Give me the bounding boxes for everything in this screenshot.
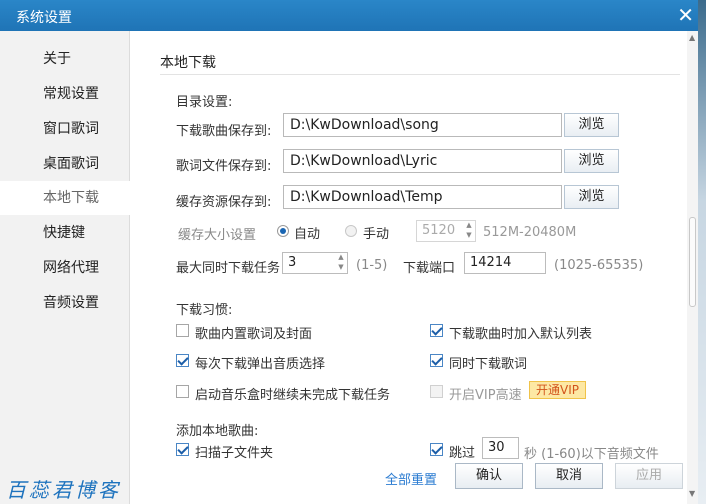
scroll-up-icon[interactable]: ▲	[689, 33, 695, 42]
lyric-path-label: 歌词文件保存到:	[176, 159, 272, 174]
cancel-button[interactable]: 取消	[535, 463, 603, 489]
close-icon[interactable]: ✕	[677, 3, 694, 27]
sidebar-item-audio[interactable]: 音频设置	[0, 286, 130, 320]
directory-heading: 目录设置:	[176, 95, 233, 110]
apply-button[interactable]: 应用	[615, 463, 683, 489]
cache-auto-radio[interactable]	[277, 225, 289, 237]
scan-subfolders-checkbox[interactable]	[176, 443, 189, 456]
skip-short-label[interactable]: 跳过	[449, 442, 475, 461]
quality-popup-label[interactable]: 每次下载弹出音质选择	[195, 353, 325, 372]
sidebar-item-general[interactable]: 常规设置	[0, 77, 130, 111]
add-default-list-label[interactable]: 下载歌曲时加入默认列表	[449, 323, 592, 342]
embed-lyrics-cover-checkbox[interactable]	[176, 324, 189, 337]
port-input[interactable]: 14214	[464, 252, 546, 274]
section-divider	[160, 74, 680, 75]
sidebar-item-about[interactable]: 关于	[0, 42, 130, 76]
embed-lyrics-cover-label[interactable]: 歌曲内置歌词及封面	[195, 323, 312, 342]
download-lyrics-label[interactable]: 同时下载歌词	[449, 353, 527, 372]
sidebar-item-desktop-lyrics[interactable]: 桌面歌词	[0, 147, 130, 181]
settings-panel: 本地下载 ▲ ▼ 目录设置: 下载歌曲保存到: D:\KwDownload\so…	[131, 31, 698, 504]
cache-range-hint: 512M-20480M	[483, 225, 577, 240]
open-vip-button[interactable]: 开通VIP	[529, 381, 586, 399]
watermark: 百蕊君博客	[6, 478, 121, 502]
sidebar-item-local-download[interactable]: 本地下载	[0, 181, 130, 215]
lyric-path-input[interactable]: D:\KwDownload\Lyric	[283, 149, 562, 173]
quality-popup-checkbox[interactable]	[176, 354, 189, 367]
title-bar: 系统设置 ✕	[0, 0, 706, 31]
resume-tasks-label[interactable]: 启动音乐盒时继续未完成下载任务	[195, 384, 390, 403]
reset-all-link[interactable]: 全部重置	[385, 469, 437, 488]
vip-speed-checkbox[interactable]	[430, 385, 443, 398]
max-tasks-hint: (1-5)	[356, 258, 388, 273]
cache-manual-label[interactable]: 手动	[363, 223, 389, 242]
background-window-edge	[698, 0, 706, 504]
sidebar-item-window-lyrics[interactable]: 窗口歌词	[0, 112, 130, 146]
skip-seconds-suffix: 秒 (1-60)以下音频文件	[524, 447, 659, 462]
max-tasks-label: 最大同时下载任务	[176, 261, 281, 276]
port-hint: (1025-65535)	[554, 258, 644, 273]
cache-size-stepper[interactable]: ▲ ▼	[463, 220, 475, 242]
cache-auto-label[interactable]: 自动	[294, 223, 320, 242]
song-browse-button[interactable]: 浏览	[564, 113, 619, 137]
lyric-browse-button[interactable]: 浏览	[564, 149, 619, 173]
song-path-label: 下载歌曲保存到:	[176, 124, 272, 139]
skip-short-checkbox[interactable]	[430, 443, 443, 456]
add-default-list-checkbox[interactable]	[430, 324, 443, 337]
window-title: 系统设置	[16, 10, 72, 26]
scroll-thumb[interactable]	[689, 217, 696, 307]
settings-sidebar: 关于 常规设置 窗口歌词 桌面歌词 本地下载 快捷键 网络代理 音频设置	[0, 31, 130, 504]
scan-subfolders-label[interactable]: 扫描子文件夹	[195, 442, 273, 461]
habits-heading: 下载习惯:	[176, 303, 233, 318]
resume-tasks-checkbox[interactable]	[176, 385, 189, 398]
sidebar-item-shortcuts[interactable]: 快捷键	[0, 216, 130, 250]
skip-seconds-input[interactable]: 30	[482, 437, 519, 459]
local-add-heading: 添加本地歌曲:	[176, 424, 259, 439]
cache-path-input[interactable]: D:\KwDownload\Temp	[283, 185, 562, 209]
ok-button[interactable]: 确认	[455, 463, 523, 489]
cache-manual-radio[interactable]	[345, 225, 357, 237]
cache-path-label: 缓存资源保存到:	[176, 195, 272, 210]
cache-browse-button[interactable]: 浏览	[564, 185, 619, 209]
song-path-input[interactable]: D:\KwDownload\song	[283, 113, 562, 137]
download-lyrics-checkbox[interactable]	[430, 354, 443, 367]
scroll-down-icon[interactable]: ▼	[689, 489, 695, 498]
port-label: 下载端口	[403, 261, 456, 276]
sidebar-item-proxy[interactable]: 网络代理	[0, 251, 130, 285]
max-tasks-stepper[interactable]: ▲ ▼	[335, 252, 347, 274]
vip-speed-label: 开启VIP高速	[449, 388, 522, 403]
section-title: 本地下载	[160, 55, 216, 71]
cache-size-label: 缓存大小设置	[178, 228, 257, 243]
